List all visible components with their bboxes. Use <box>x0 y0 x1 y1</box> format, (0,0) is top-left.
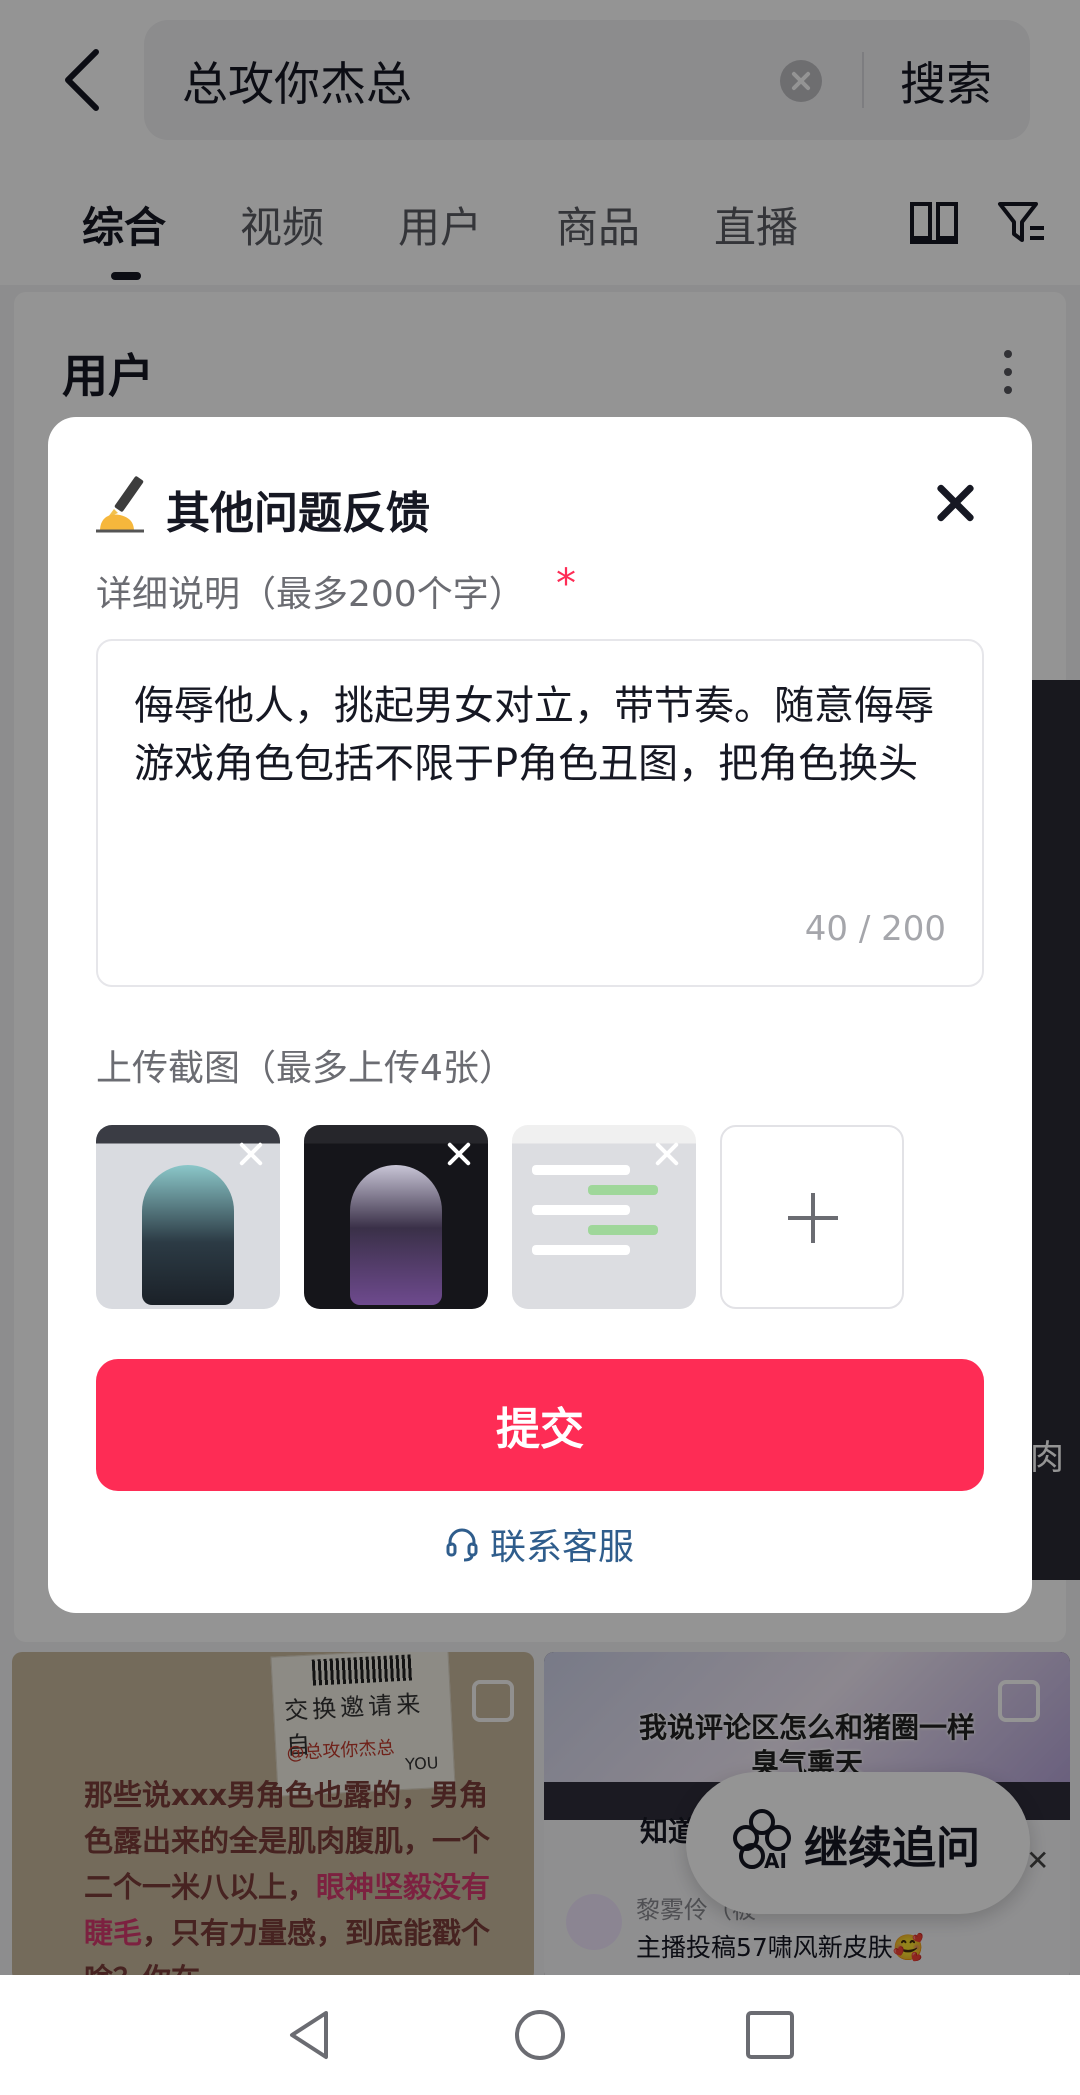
thumbnail-chat-image <box>532 1165 672 1275</box>
required-mark: * <box>556 561 576 607</box>
thumbnail-character-image <box>350 1165 442 1305</box>
nav-recents-icon[interactable] <box>740 2005 800 2065</box>
headset-icon <box>446 1528 478 1562</box>
nav-back-icon[interactable] <box>280 2005 340 2065</box>
submit-button[interactable]: 提交 <box>96 1359 984 1491</box>
screenshot-thumbnail-1[interactable] <box>96 1125 280 1309</box>
description-textarea[interactable]: 侮辱他人，挑起男女对立，带节奏。随意侮辱游戏角色包括不限于P角色丑图，把角色换头… <box>96 639 984 987</box>
thumbnail-character-image <box>142 1165 234 1305</box>
char-counter: 40 / 200 <box>804 909 946 949</box>
nav-home-icon[interactable] <box>510 2005 570 2065</box>
submit-label: 提交 <box>496 1404 584 1455</box>
add-image-button[interactable] <box>720 1125 904 1309</box>
close-icon[interactable] <box>928 475 984 531</box>
writing-hand-icon <box>96 476 144 533</box>
screenshot-thumbnail-3[interactable] <box>512 1125 696 1309</box>
modal-title: 其他问题反馈 <box>166 488 430 539</box>
screenshot-thumbnail-2[interactable] <box>304 1125 488 1309</box>
contact-support-label: 联系客服 <box>490 1527 635 1568</box>
remove-image-icon[interactable] <box>652 1139 682 1169</box>
remove-image-icon[interactable] <box>444 1139 474 1169</box>
feedback-modal: 其他问题反馈 详细说明（最多200个字） * 侮辱他人，挑起男女对立，带节奏。随… <box>48 417 1032 1613</box>
remove-image-icon[interactable] <box>236 1139 266 1169</box>
contact-support-link[interactable]: 联系客服 <box>444 1519 634 1569</box>
detail-label: 详细说明（最多200个字） <box>96 574 525 615</box>
system-navigation-bar <box>0 1975 1080 2095</box>
description-text[interactable]: 侮辱他人，挑起男女对立，带节奏。随意侮辱游戏角色包括不限于P角色丑图，把角色换头 <box>134 677 958 793</box>
upload-label: 上传截图（最多上传4张） <box>96 1048 515 1089</box>
